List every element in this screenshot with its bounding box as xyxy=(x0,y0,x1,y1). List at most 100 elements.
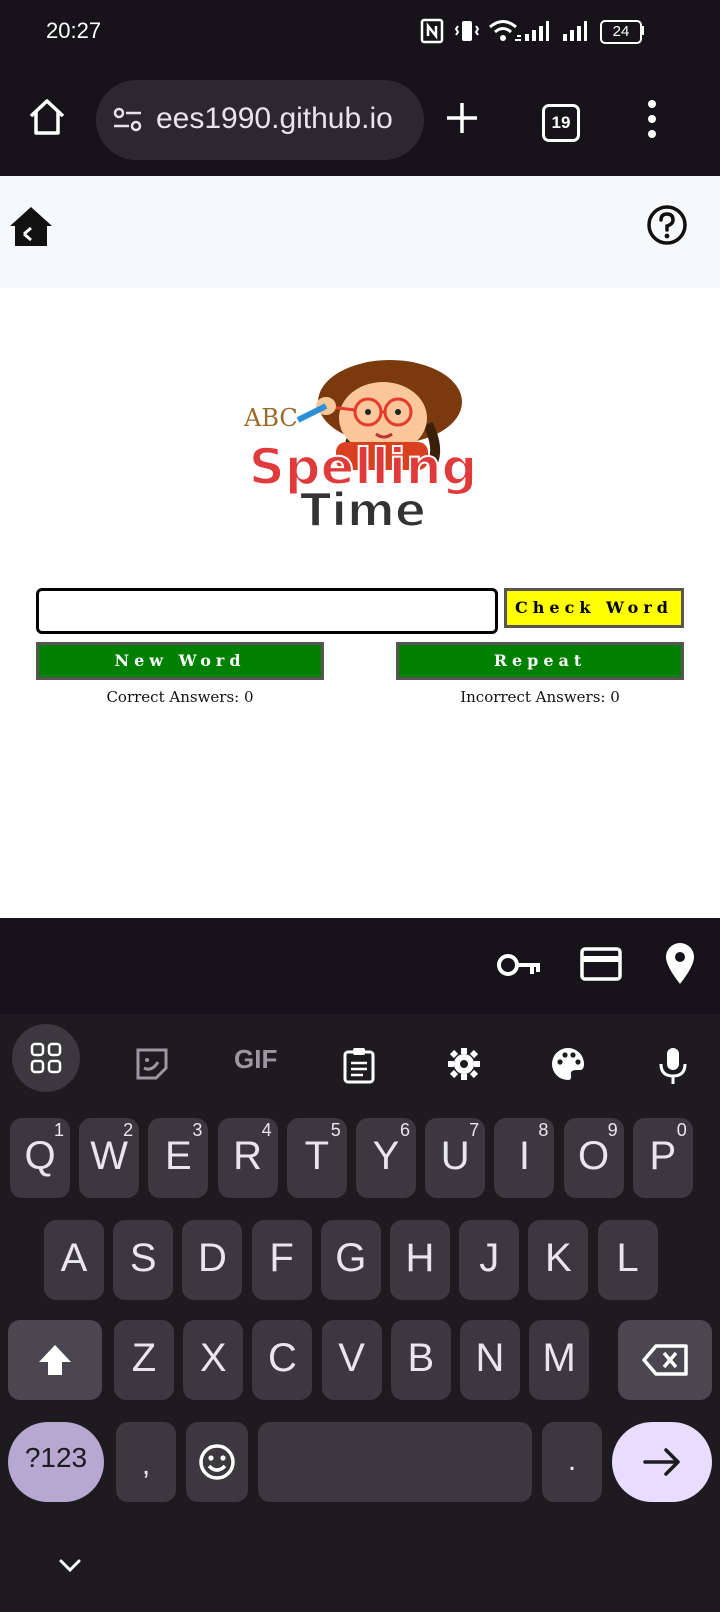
key-y[interactable]: Y6 xyxy=(356,1118,416,1198)
key-label: Z xyxy=(131,1336,157,1380)
key-k[interactable]: K xyxy=(528,1220,589,1300)
tab-count: 19 xyxy=(551,113,571,132)
key-v[interactable]: V xyxy=(321,1320,382,1400)
new-tab-icon[interactable] xyxy=(444,100,480,136)
site-settings-icon[interactable] xyxy=(112,106,144,134)
key-x[interactable]: X xyxy=(183,1320,244,1400)
key-j[interactable]: J xyxy=(459,1220,520,1300)
hide-keyboard-icon[interactable] xyxy=(58,1558,82,1574)
home-icon[interactable] xyxy=(26,96,68,138)
key-o[interactable]: O9 xyxy=(563,1118,624,1198)
space-key[interactable] xyxy=(258,1422,532,1502)
comma-key-label: , xyxy=(141,1448,151,1481)
apps-grid-button[interactable] xyxy=(12,1024,80,1092)
backspace-icon xyxy=(642,1344,688,1376)
sticker-icon[interactable] xyxy=(134,1046,170,1082)
enter-key[interactable] xyxy=(612,1422,712,1502)
key-w[interactable]: W2 xyxy=(79,1118,140,1198)
tabs-icon[interactable]: 19 xyxy=(542,104,580,142)
credit-card-icon[interactable] xyxy=(580,946,622,982)
new-word-button[interactable]: New Word xyxy=(36,642,324,680)
shift-icon xyxy=(39,1345,71,1375)
word-input[interactable] xyxy=(36,588,498,634)
key-f[interactable]: F xyxy=(251,1220,312,1300)
key-i[interactable]: I8 xyxy=(494,1118,555,1198)
key-b[interactable]: B xyxy=(390,1320,451,1400)
battery-icon: 24 xyxy=(600,20,642,44)
key-p[interactable]: P0 xyxy=(632,1118,693,1198)
symbols-key[interactable]: ?123 xyxy=(8,1422,104,1502)
key-s[interactable]: S xyxy=(113,1220,174,1300)
check-word-button[interactable]: Check Word xyxy=(504,588,684,628)
key-n[interactable]: N xyxy=(460,1320,520,1400)
key-a[interactable]: A xyxy=(44,1220,104,1300)
key-number-hint: 8 xyxy=(538,1120,549,1140)
menu-icon[interactable] xyxy=(644,98,660,140)
keyboard: GIF ?123 , . Q 1 W 2 E 3 R 4 T 5 Y 6 U 7… xyxy=(0,1014,720,1612)
key-q[interactable]: Q1 xyxy=(10,1118,70,1198)
key-number-hint: 5 xyxy=(330,1120,341,1140)
key-number-hint: 2 xyxy=(123,1120,134,1140)
repeat-button[interactable]: Repeat xyxy=(396,642,684,680)
key-e[interactable]: E3 xyxy=(148,1118,209,1198)
incorrect-answers-count: Incorrect Answers: 0 xyxy=(460,688,620,706)
help-icon[interactable] xyxy=(646,204,688,246)
logo-title-time: Time xyxy=(300,483,426,537)
key-icon[interactable] xyxy=(496,950,542,980)
key-r[interactable]: R4 xyxy=(217,1118,278,1198)
wifi-icon xyxy=(489,20,521,41)
home-icon[interactable] xyxy=(8,204,54,248)
arrow-right-icon xyxy=(643,1448,680,1476)
key-u[interactable]: U7 xyxy=(425,1118,486,1198)
correct-answers-count: Correct Answers: 0 xyxy=(106,688,254,706)
key-g[interactable]: G xyxy=(320,1220,381,1300)
key-label: H xyxy=(405,1236,435,1280)
key-l[interactable]: L xyxy=(597,1220,658,1300)
key-t[interactable]: T5 xyxy=(286,1118,347,1198)
status-bar: 20:27 24 xyxy=(0,0,720,66)
key-number-hint: 9 xyxy=(607,1120,618,1140)
key-label: V xyxy=(338,1336,365,1380)
autofill-bar xyxy=(0,918,720,1014)
key-label: G xyxy=(335,1236,367,1280)
emoji-key[interactable] xyxy=(186,1422,248,1502)
key-m[interactable]: M xyxy=(529,1320,590,1400)
spelling-time-logo: ABC Spelling Time xyxy=(243,360,478,538)
url-bar[interactable]: ees1990.github.io xyxy=(96,80,424,160)
clock: 20:27 xyxy=(46,18,102,43)
palette-icon[interactable] xyxy=(550,1046,586,1082)
key-z[interactable]: Z xyxy=(114,1320,174,1400)
key-h[interactable]: H xyxy=(390,1220,450,1300)
mic-icon[interactable] xyxy=(658,1046,688,1086)
key-number-hint: 7 xyxy=(469,1120,480,1140)
key-c[interactable]: C xyxy=(252,1320,313,1400)
period-key-label: . xyxy=(567,1444,577,1477)
battery-level: 24 xyxy=(612,23,630,40)
nfc-icon xyxy=(420,18,444,44)
comma-key[interactable]: , xyxy=(116,1422,176,1502)
period-key[interactable]: . xyxy=(542,1422,602,1502)
key-label: C xyxy=(267,1336,297,1380)
key-number-hint: 4 xyxy=(261,1120,272,1140)
web-page: ABC Spelling Time Check Word New Word Re… xyxy=(0,176,720,918)
gif-icon[interactable]: GIF xyxy=(234,1044,277,1075)
key-label: K xyxy=(545,1236,572,1280)
key-number-hint: 1 xyxy=(53,1120,64,1140)
key-label: D xyxy=(197,1236,227,1280)
settings-icon[interactable] xyxy=(446,1046,482,1082)
key-number-hint: 3 xyxy=(192,1120,203,1140)
shift-key[interactable] xyxy=(8,1320,102,1400)
key-number-hint: 6 xyxy=(399,1120,410,1140)
backspace-key[interactable] xyxy=(618,1320,712,1400)
key-label: N xyxy=(475,1336,505,1380)
browser-toolbar: ees1990.github.io 19 xyxy=(0,66,720,176)
signal-icon xyxy=(525,21,549,41)
key-label: A xyxy=(60,1236,88,1280)
key-d[interactable]: D xyxy=(182,1220,243,1300)
clipboard-icon[interactable] xyxy=(342,1046,376,1084)
emoji-icon xyxy=(199,1444,235,1480)
url-text: ees1990.github.io xyxy=(156,102,393,135)
key-number-hint: 0 xyxy=(676,1120,687,1140)
symbols-key-label: ?123 xyxy=(24,1442,88,1473)
location-pin-icon[interactable] xyxy=(664,942,696,986)
